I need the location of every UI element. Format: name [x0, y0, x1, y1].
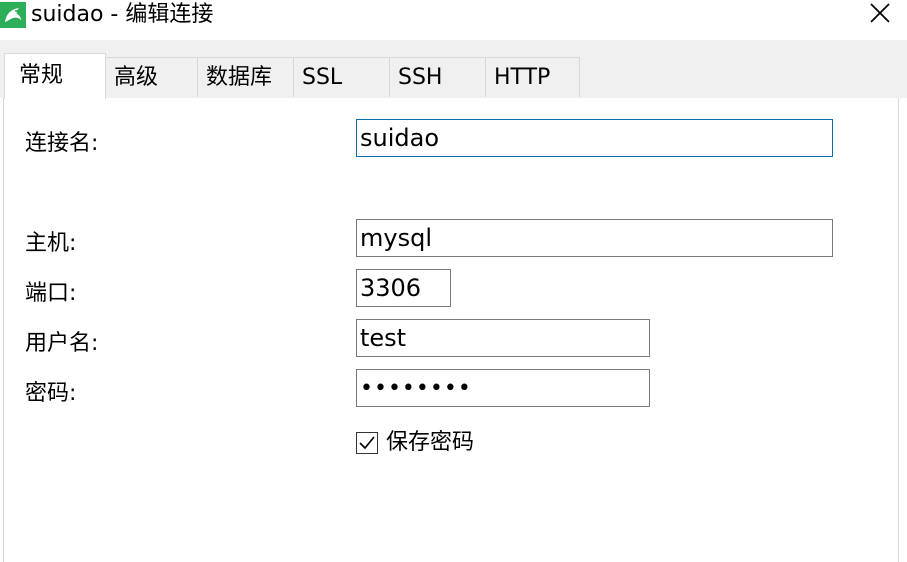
save-password-label: 保存密码	[386, 430, 475, 455]
password-input[interactable]	[356, 369, 650, 407]
save-password-option[interactable]: 保存密码	[356, 428, 474, 458]
checkmark-icon	[359, 436, 375, 450]
tab-ssh[interactable]: SSH	[389, 57, 486, 97]
connection-name-input[interactable]	[356, 119, 833, 157]
tab-databases[interactable]: 数据库	[197, 57, 294, 97]
connection-name-label: 连接名:	[25, 131, 99, 156]
port-input[interactable]	[356, 269, 451, 307]
host-input[interactable]	[356, 219, 833, 257]
username-label: 用户名:	[25, 331, 99, 356]
tab-http[interactable]: HTTP	[485, 57, 580, 97]
close-icon	[869, 2, 891, 28]
window-title: suidao - 编辑连接	[31, 2, 214, 27]
save-password-checkbox[interactable]	[356, 432, 378, 454]
dolphin-icon	[0, 2, 26, 28]
password-label: 密码:	[25, 381, 77, 406]
tab-general[interactable]: 常规	[4, 53, 106, 99]
tab-advanced[interactable]: 高级	[105, 57, 198, 97]
title-bar: suidao - 编辑连接	[0, 0, 907, 34]
host-label: 主机:	[25, 231, 77, 256]
username-input[interactable]	[356, 319, 650, 357]
port-label: 端口:	[25, 281, 77, 306]
tab-ssl[interactable]: SSL	[293, 57, 390, 97]
edit-connection-window: suidao - 编辑连接 常规 高级 数据库 SSL SSH HTTP 连接名…	[0, 0, 907, 562]
close-button[interactable]	[863, 0, 897, 30]
